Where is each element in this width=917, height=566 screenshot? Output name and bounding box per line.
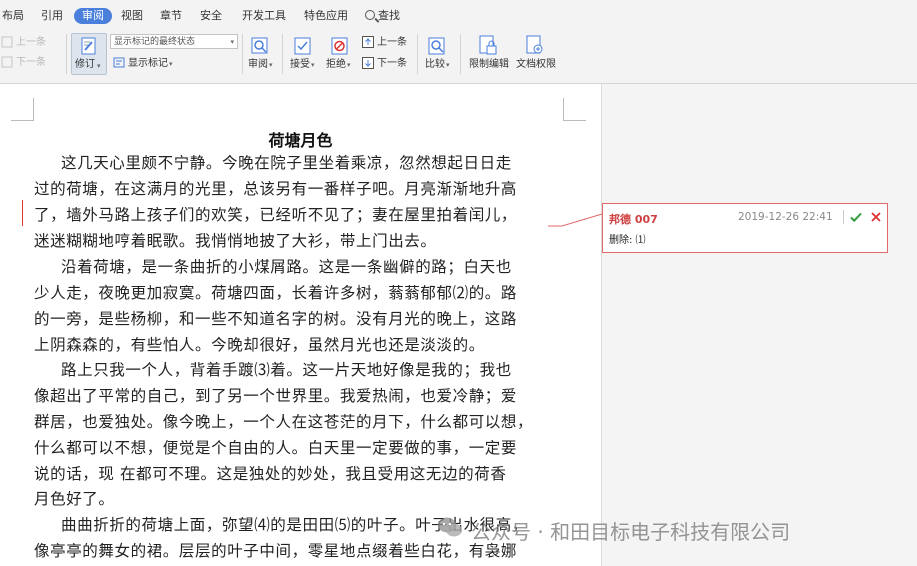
review-pane-label: 审阅: [248, 59, 268, 70]
next-comment-button[interactable]: 下一条: [16, 57, 46, 69]
comment-author: 邦德 007: [609, 213, 658, 226]
paragraph-line: 少人走，夜晚更加寂寞。荷塘四面，长着许多树，蓊蓊郁郁⑵的。路: [34, 284, 518, 302]
paragraph-line: 说的话，现 在都可不理。这是独处的妙处，我且受用这无边的荷香: [34, 465, 507, 483]
search-icon: [365, 10, 375, 20]
ribbon-divider: [242, 34, 243, 74]
chevron-down-icon: ▾: [97, 62, 101, 70]
ribbon-divider: [417, 34, 418, 74]
prev-comment-button[interactable]: 上一条: [16, 37, 46, 49]
document-permissions-icon: [526, 35, 543, 54]
watermark-text: 公众号 · 和田目标电子科技有限公司: [471, 520, 791, 544]
divider: [843, 210, 844, 224]
accept-check-icon[interactable]: [849, 210, 863, 224]
paragraph-line: 沿着荷塘，是一条曲折的小煤屑路。这是一条幽僻的路；白天也: [61, 258, 512, 276]
compare-button[interactable]: 比较▾: [425, 59, 450, 71]
track-changes-label: 修订: [75, 59, 95, 70]
change-bar: [22, 200, 23, 226]
paragraph-line: 了，墙外马路上孩子们的欢笑，已经听不见了；妻在屋里拍着闰儿，: [34, 206, 518, 224]
restrict-editing-button[interactable]: 限制编辑: [469, 59, 509, 71]
document-permissions-button[interactable]: 文档权限: [516, 59, 556, 71]
chevron-down-icon: ▾: [446, 61, 450, 69]
accept-change-label: 接受: [290, 59, 310, 70]
ribbon-divider: [282, 34, 283, 74]
page-margin-mark: [11, 98, 34, 121]
markup-mode-select[interactable]: 显示标记的最终状态 ▾: [110, 34, 238, 49]
accept-change-icon: [294, 37, 311, 55]
prev-comment-icon: [1, 36, 13, 48]
ribbon-divider: [66, 34, 67, 74]
tab-find-label: 查找: [378, 9, 400, 22]
chevron-down-icon: ▾: [230, 38, 234, 46]
track-changes-button[interactable]: 修订 ▾: [71, 33, 107, 75]
wechat-logo-icon: [438, 517, 462, 537]
restrict-editing-icon: [479, 35, 497, 55]
prev-change-icon: [362, 36, 374, 48]
tab-security[interactable]: 安全: [200, 9, 222, 23]
comment-connector: [548, 213, 603, 227]
ribbon-tabs: 布局 引用 审阅 视图 章节 安全 开发工具 特色应用 查找: [0, 0, 917, 32]
tab-sections[interactable]: 章节: [160, 9, 182, 23]
tab-layout[interactable]: 布局: [2, 9, 24, 23]
comment-timestamp: 2019-12-26 22:41: [738, 211, 833, 223]
next-change-button[interactable]: 下一条: [377, 58, 407, 70]
chevron-down-icon: ▾: [347, 61, 351, 69]
markup-mode-value: 显示标记的最终状态: [114, 37, 196, 47]
markup-pane: [601, 84, 917, 566]
paragraph-line: 像超出了平常的自己，到了另一个世界里。我爱热闹，也爱冷静；爱: [34, 387, 518, 405]
reject-change-label: 拒绝: [326, 59, 346, 70]
review-pane-icon: [251, 37, 268, 54]
show-markup-label: 显示标记: [128, 58, 168, 69]
paragraph-line: 路上只我一个人，背着手踱⑶着。这一片天地好像是我的；我也: [61, 361, 512, 379]
paragraph-line: 什么都可以不想，便觉是个自由的人。白天里一定要做的事，一定要: [34, 439, 518, 457]
track-changes-icon: [81, 37, 96, 55]
next-change-icon: [362, 57, 374, 69]
show-markup-button[interactable]: 显示标记▾: [128, 58, 173, 70]
paragraph-line: 这几天心里颇不宁静。今晚在院子里坐着乘凉，忽然想起日日走: [61, 154, 512, 172]
comment-body: 删除: ⑴: [609, 235, 646, 246]
compare-icon: [428, 37, 445, 55]
paragraph-line: 月色好了。: [34, 490, 115, 508]
watermark: 公众号 · 和田目标电子科技有限公司: [437, 514, 897, 544]
tab-review[interactable]: 审阅: [74, 8, 112, 24]
chevron-down-icon: ▾: [269, 61, 273, 69]
paragraph-line: 的一旁，是些杨柳，和一些不知道名字的树。没有月光的晚上，这路: [34, 310, 518, 328]
compare-label: 比较: [425, 59, 445, 70]
paragraph-line: 群居，也爱独处。像今晚上，一个人在这苍茫的月下，什么都可以想，: [34, 413, 534, 431]
prev-change-button[interactable]: 上一条: [377, 37, 407, 49]
tab-view[interactable]: 视图: [121, 9, 143, 23]
next-comment-icon: [1, 56, 13, 68]
chevron-down-icon: ▾: [169, 60, 173, 68]
document-title: 荷塘月色: [268, 131, 333, 150]
revision-balloon[interactable]: 邦德 007 2019-12-26 22:41 删除: ⑴: [602, 203, 888, 253]
paragraph-line: 迷迷糊糊地哼着眠歌。我悄悄地披了大衫，带上门出去。: [34, 232, 437, 250]
reject-change-button[interactable]: 拒绝▾: [326, 59, 351, 71]
paragraph-line: 过的荷塘，在这满月的光里，总该另有一番样子吧。月亮渐渐地升高: [34, 180, 518, 198]
tab-features[interactable]: 特色应用: [304, 9, 348, 23]
chevron-down-icon: ▾: [311, 61, 315, 69]
review-ribbon: 布局 引用 审阅 视图 章节 安全 开发工具 特色应用 查找 上一条 下一条 修…: [0, 0, 917, 84]
review-pane-button[interactable]: 审阅▾: [248, 59, 273, 71]
show-markup-icon: [113, 57, 125, 68]
ribbon-divider: [460, 34, 461, 74]
tab-developer[interactable]: 开发工具: [242, 9, 286, 23]
tab-find[interactable]: 查找: [365, 9, 400, 23]
accept-change-button[interactable]: 接受▾: [290, 59, 315, 71]
reject-change-icon: [331, 37, 348, 55]
page-margin-mark: [563, 98, 586, 121]
reject-close-icon[interactable]: [869, 210, 883, 224]
tab-references[interactable]: 引用: [41, 9, 63, 23]
paragraph-line: 上阴森森的，有些怕人。今晚却很好，虽然月光也还是淡淡的。: [34, 336, 485, 354]
